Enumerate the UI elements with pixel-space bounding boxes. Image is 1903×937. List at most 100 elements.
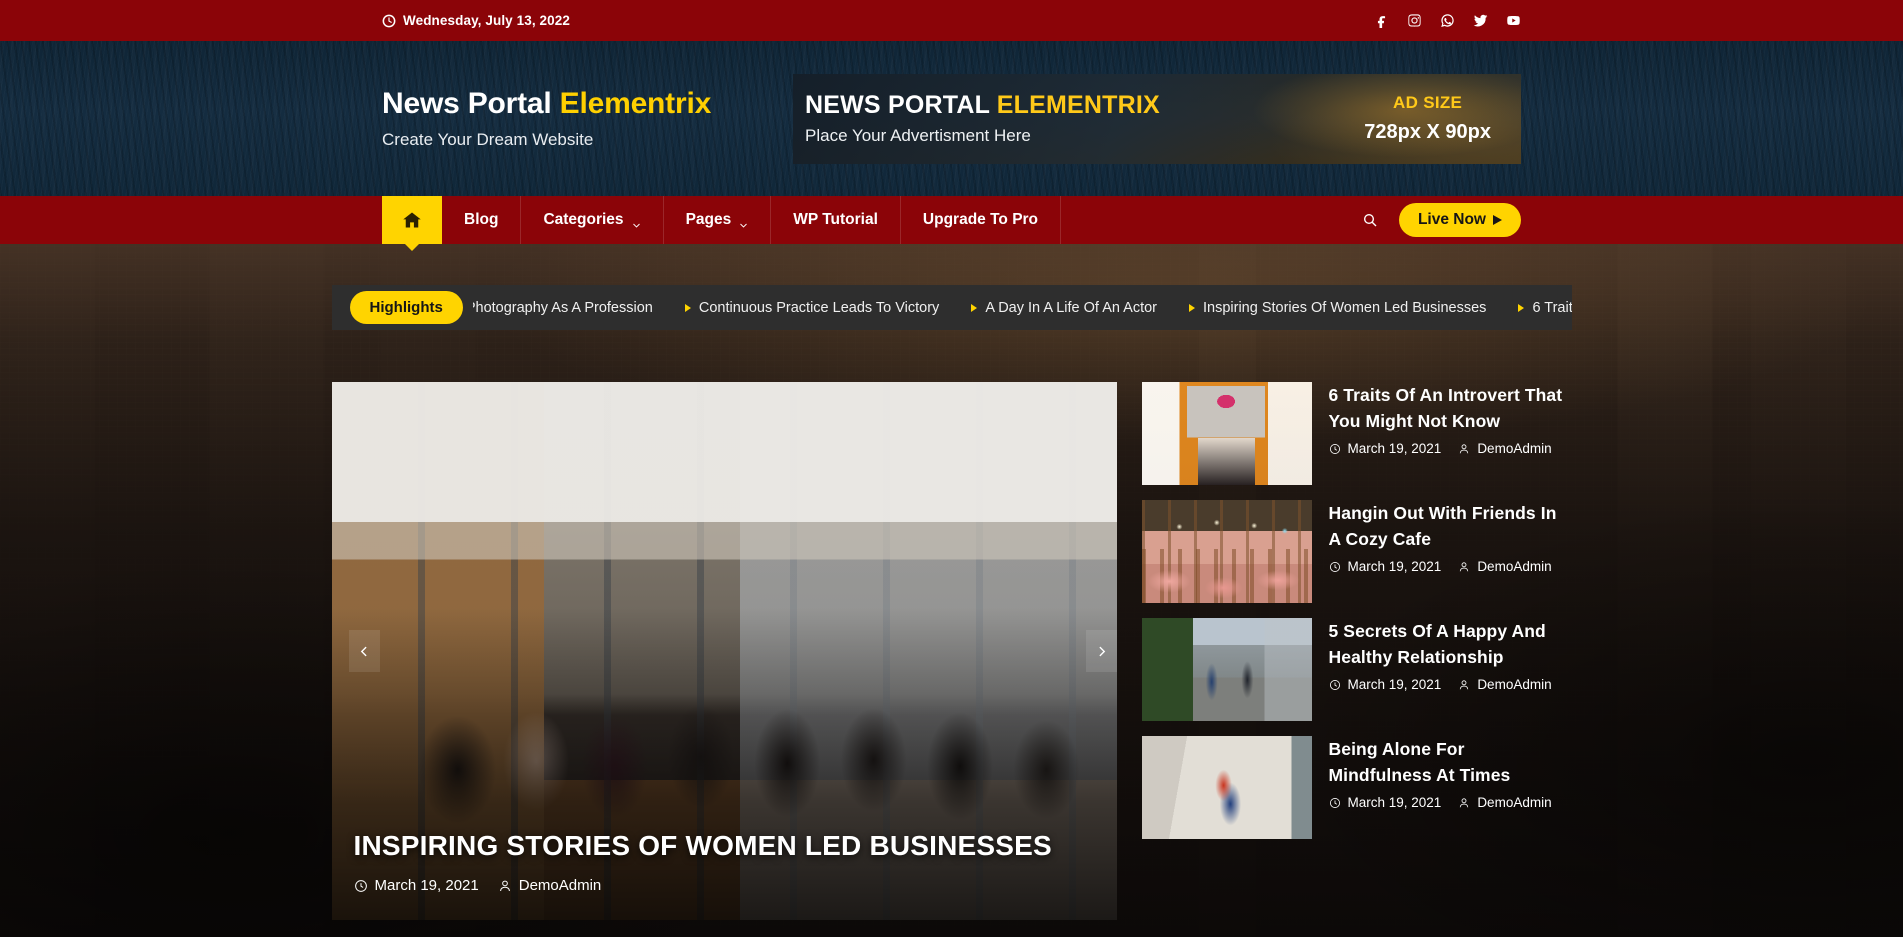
post-author-text: DemoAdmin (1477, 677, 1552, 693)
post-author-text: DemoAdmin (1477, 795, 1552, 811)
clock-icon (382, 14, 396, 28)
ticker-item[interactable]: Inspiring Stories Of Women Led Businesse… (1173, 300, 1502, 316)
post-author: DemoAdmin (498, 877, 602, 894)
ticker-item[interactable]: 6 Traits Of An Introvert That You Might … (1502, 299, 1572, 316)
site-tagline: Create Your Dream Website (382, 130, 594, 150)
list-item[interactable]: Hangin Out With Friends In A Cozy Cafe M… (1141, 500, 1572, 603)
site-title-accent: Elementrix (559, 86, 712, 120)
clock-icon (1329, 679, 1340, 690)
post-title[interactable]: Being Alone For Mindfulness At Times (1329, 737, 1572, 788)
post-date: March 19, 2021 (1329, 559, 1441, 574)
featured-post-title[interactable]: INSPIRING STORIES OF WOMEN LED BUSINESSE… (354, 829, 1095, 863)
featured-posts-row: INSPIRING STORIES OF WOMEN LED BUSINESSE… (331, 382, 1572, 920)
site-title: News Portal Elementrix (382, 87, 711, 122)
nav-item-wp-tutorial[interactable]: WP Tutorial (771, 196, 901, 244)
list-item[interactable]: 6 Traits Of An Introvert That You Might … (1141, 382, 1572, 485)
post-title[interactable]: Hangin Out With Friends In A Cozy Cafe (1329, 501, 1572, 552)
post-meta: March 19, 2021 DemoAdmin (1329, 441, 1572, 456)
post-author: DemoAdmin (1458, 677, 1552, 693)
nav-item-pages[interactable]: Pages (664, 196, 772, 244)
post-thumbnail[interactable] (1141, 382, 1312, 485)
post-date: March 19, 2021 (1329, 677, 1441, 692)
clock-icon (1329, 561, 1340, 572)
post-date: March 19, 2021 (1329, 441, 1442, 457)
site-branding[interactable]: News Portal Elementrix Create Your Dream… (382, 87, 711, 151)
advertisement-banner[interactable]: NEWS PORTAL ELEMENTRIX Place Your Advert… (793, 73, 1521, 164)
post-meta: March 19, 2021 DemoAdmin (1329, 795, 1572, 810)
post-body: Being Alone For Mindfulness At Times Mar… (1329, 736, 1572, 810)
search-icon[interactable] (1359, 209, 1381, 231)
chevron-down-icon (632, 217, 641, 228)
ad-size-value: 728px X 90px (1364, 121, 1491, 143)
ad-subline: Place Your Advertisment Here (805, 126, 1031, 145)
post-date-text: March 19, 2021 (374, 877, 479, 894)
facebook-icon[interactable] (1374, 13, 1389, 28)
user-icon (1460, 797, 1469, 807)
ad-size-label: AD SIZE (1393, 93, 1463, 112)
whatsapp-icon[interactable] (1440, 13, 1455, 28)
ticker-item-label: 6 Traits Of An Introvert That You Might … (1532, 299, 1572, 316)
nav-item-upgrade-to-pro[interactable]: Upgrade To Pro (901, 196, 1062, 244)
featured-slider[interactable]: INSPIRING STORIES OF WOMEN LED BUSINESSE… (331, 382, 1117, 920)
highlights-badge[interactable]: Highlights (349, 291, 463, 324)
nav-item-label: Blog (464, 211, 499, 228)
post-author-text: DemoAdmin (1477, 559, 1552, 575)
nav-item-home[interactable] (382, 196, 442, 244)
user-icon (1460, 443, 1469, 453)
ad-text-block: NEWS PORTAL ELEMENTRIX Place Your Advert… (793, 91, 1160, 146)
bullet-icon (971, 303, 978, 312)
nav-item-categories[interactable]: Categories (521, 196, 664, 244)
list-item[interactable]: 5 Secrets Of A Happy And Healthy Relatio… (1141, 618, 1572, 721)
ticker-item[interactable]: A Day In A Life Of An Actor (955, 300, 1173, 316)
play-icon (1493, 215, 1502, 225)
main-navigation: Blog Categories Pages WP Tutorial Upgrad… (0, 196, 1903, 244)
clock-icon (354, 879, 367, 892)
ticker-track: Photography As A Profession Continuous P… (473, 300, 1572, 316)
post-thumbnail[interactable] (1141, 500, 1312, 603)
nav-item-label: Upgrade To Pro (922, 211, 1039, 228)
instagram-icon[interactable] (1407, 13, 1422, 28)
top-bar: Wednesday, July 13, 2022 (0, 0, 1903, 41)
slider-next-button[interactable] (1085, 630, 1117, 672)
ad-headline-primary: NEWS PORTAL (805, 91, 997, 119)
twitter-icon[interactable] (1473, 13, 1488, 28)
social-links (1374, 13, 1521, 28)
post-date-text: March 19, 2021 (1347, 795, 1442, 811)
post-author-text: DemoAdmin (518, 877, 602, 894)
live-now-button[interactable]: Live Now (1398, 203, 1521, 237)
post-title[interactable]: 5 Secrets Of A Happy And Healthy Relatio… (1329, 619, 1572, 670)
post-meta: March 19, 2021 DemoAdmin (1329, 677, 1572, 692)
ticker-item-label: A Day In A Life Of An Actor (985, 299, 1157, 316)
post-thumbnail[interactable] (1141, 618, 1312, 721)
youtube-icon[interactable] (1506, 13, 1521, 28)
date-text: Wednesday, July 13, 2022 (403, 13, 570, 28)
post-thumbnail[interactable] (1141, 736, 1312, 839)
featured-slide-caption: INSPIRING STORIES OF WOMEN LED BUSINESSE… (332, 829, 1117, 920)
post-author: DemoAdmin (1458, 441, 1552, 457)
post-author-text: DemoAdmin (1477, 441, 1552, 457)
bullet-icon (1189, 303, 1195, 312)
ticker-item[interactable]: Continuous Practice Leads To Victory (669, 300, 955, 316)
site-header: News Portal Elementrix Create Your Dream… (0, 41, 1903, 196)
post-body: 6 Traits Of An Introvert That You Might … (1329, 382, 1572, 456)
nav-item-blog[interactable]: Blog (442, 196, 522, 244)
user-icon (499, 880, 510, 891)
ticker-item-label: Continuous Practice Leads To Victory (698, 299, 940, 316)
ticker-item-label: Inspiring Stories Of Women Led Businesse… (1203, 299, 1487, 316)
post-author: DemoAdmin (1458, 559, 1552, 575)
nav-items: Blog Categories Pages WP Tutorial Upgrad… (382, 196, 1062, 244)
hero-section: Highlights Photography As A Profession C… (0, 244, 1903, 937)
sidebar-post-list: 6 Traits Of An Introvert That You Might … (1141, 382, 1572, 920)
post-meta: March 19, 2021 DemoAdmin (1329, 559, 1572, 574)
ticker-item[interactable]: Photography As A Profession (473, 300, 669, 316)
clock-icon (1329, 797, 1340, 808)
post-date-text: March 19, 2021 (1347, 441, 1442, 457)
slider-prev-button[interactable] (348, 630, 380, 672)
current-date: Wednesday, July 13, 2022 (382, 13, 570, 28)
hero-content: Highlights Photography As A Profession C… (331, 244, 1572, 920)
nav-item-label: Pages (685, 211, 732, 228)
list-item[interactable]: Being Alone For Mindfulness At Times Mar… (1141, 736, 1572, 839)
home-icon (402, 210, 422, 230)
post-title[interactable]: 6 Traits Of An Introvert That You Might … (1329, 383, 1572, 434)
chevron-down-icon (739, 217, 748, 228)
